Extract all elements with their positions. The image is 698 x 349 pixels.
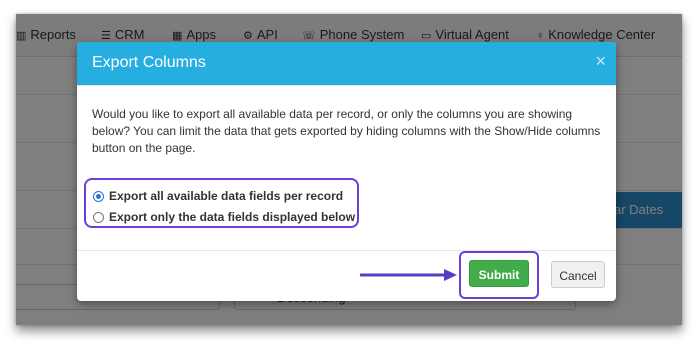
submit-highlight: Submit <box>459 251 539 299</box>
export-displayed-radio[interactable] <box>93 211 104 223</box>
export-displayed-option[interactable]: Export only the data fields displayed be… <box>93 208 355 226</box>
app-window: ▥Reports ☰CRM ▦Apps ⚙API ☏Phone System ▭… <box>16 14 682 325</box>
modal-title: Export Columns <box>92 54 206 71</box>
arrow-right-icon <box>360 269 457 281</box>
modal-header: Export Columns × <box>77 42 616 86</box>
close-icon[interactable]: × <box>595 51 606 72</box>
cancel-button[interactable]: Cancel <box>551 261 605 288</box>
export-option-group: Export all available data fields per rec… <box>84 178 359 228</box>
export-columns-dialog: Export Columns × Would you like to expor… <box>77 42 616 301</box>
export-all-radio[interactable] <box>93 190 104 202</box>
modal-description: Would you like to export all available d… <box>92 107 601 155</box>
export-displayed-label: Export only the data fields displayed be… <box>109 210 356 224</box>
export-all-label: Export all available data fields per rec… <box>109 189 344 203</box>
export-all-option[interactable]: Export all available data fields per rec… <box>93 187 343 205</box>
submit-button[interactable]: Submit <box>469 260 529 287</box>
